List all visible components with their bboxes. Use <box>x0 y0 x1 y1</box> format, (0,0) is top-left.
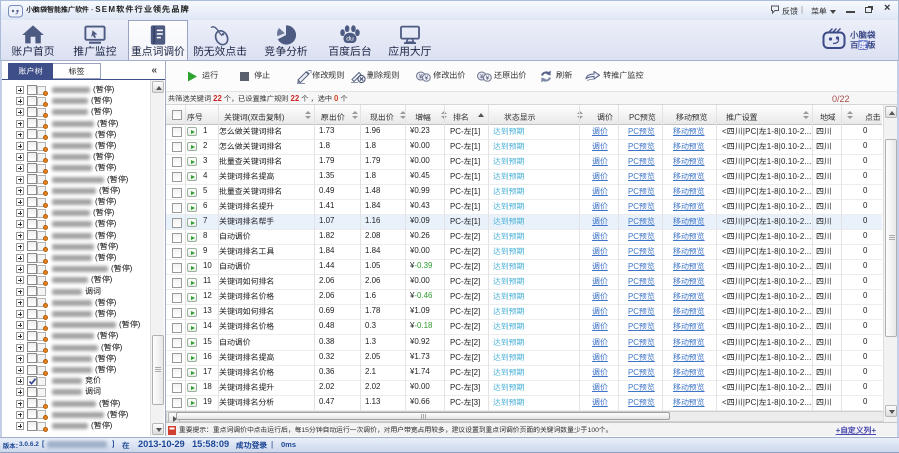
svg-text:百度版: 百度版 <box>850 39 876 51</box>
